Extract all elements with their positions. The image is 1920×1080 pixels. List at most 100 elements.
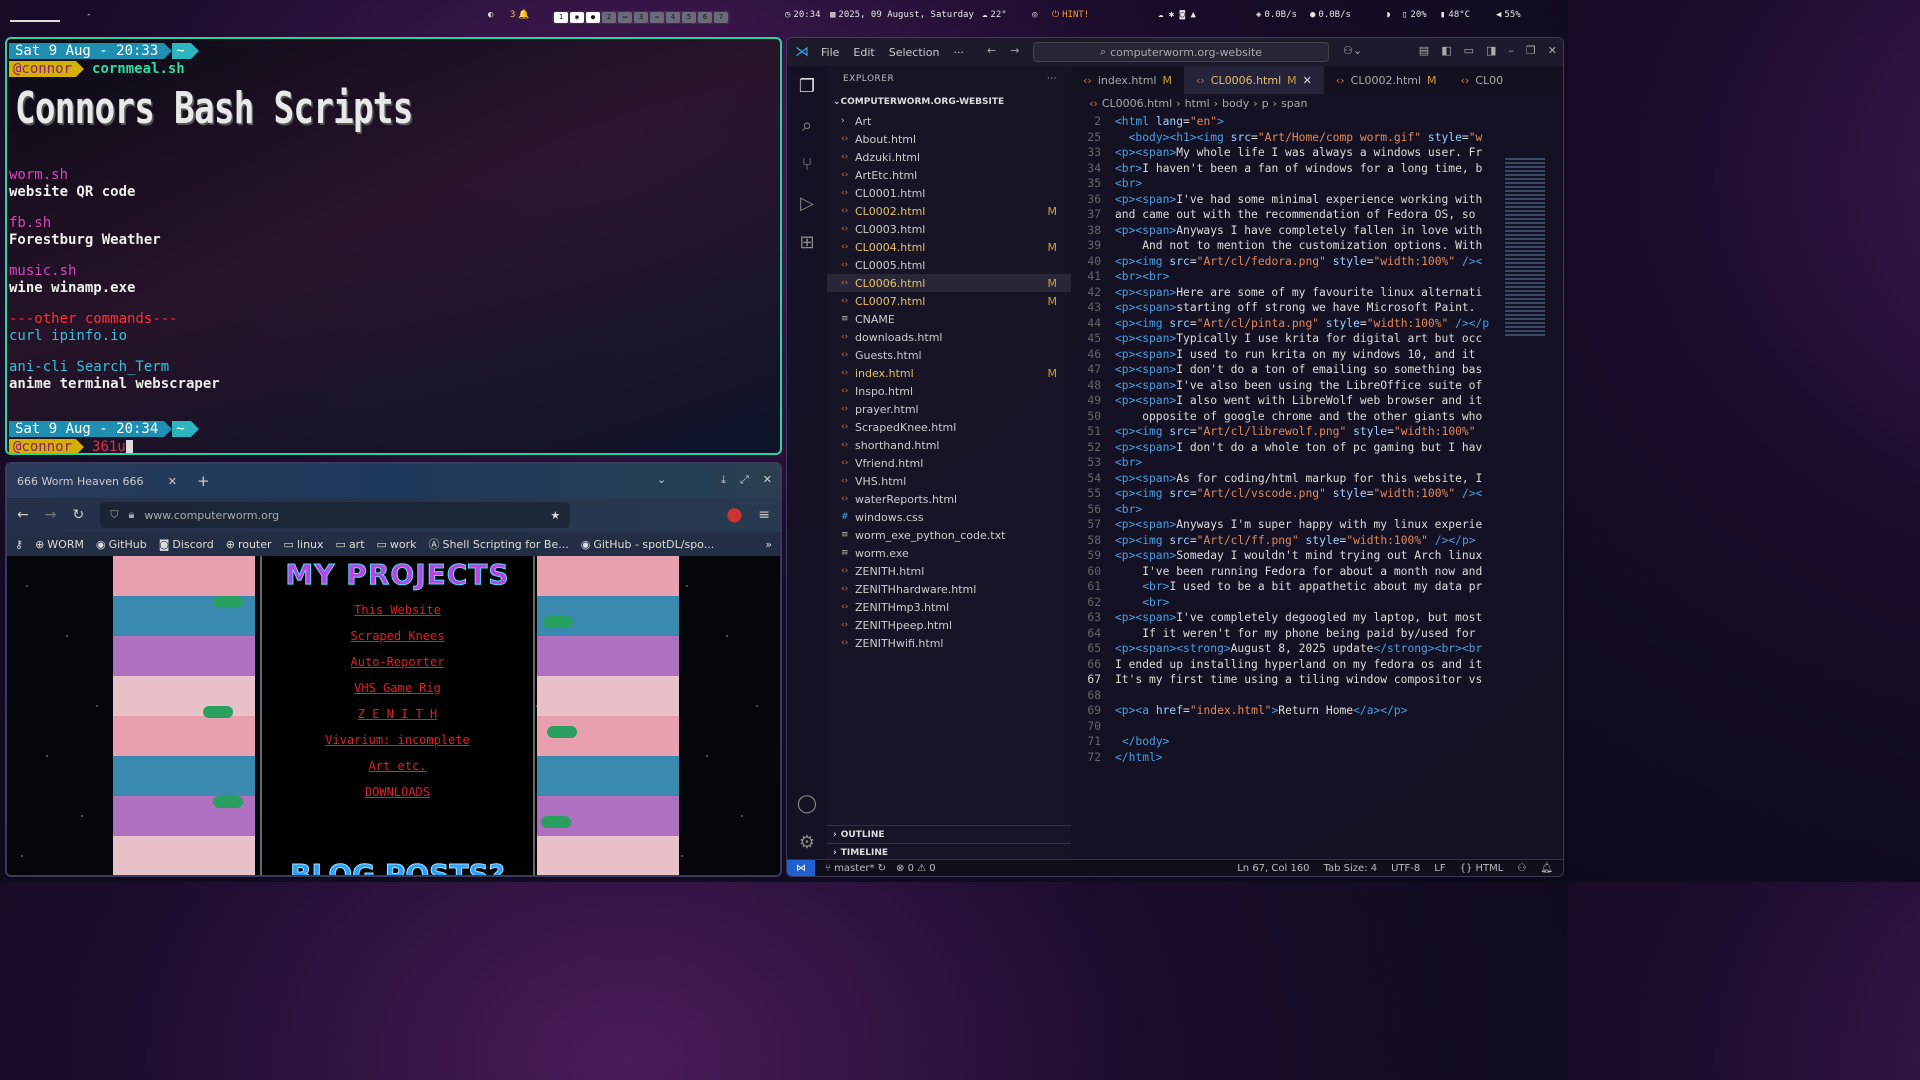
- breadcrumb-span[interactable]: span: [1281, 97, 1307, 110]
- project-link-scraped-knees[interactable]: Scraped Knees: [262, 629, 533, 643]
- code-line[interactable]: 44 <p><img src="Art/cl/pinta.png" style="…: [1071, 316, 1563, 332]
- menu-file[interactable]: File: [821, 46, 839, 59]
- key-icon[interactable]: ⚷: [15, 538, 23, 551]
- file-item[interactable]: ‹› shorthand.html: [827, 436, 1071, 454]
- code-line[interactable]: 55 <p><img src="Art/cl/vscode.png" style=…: [1071, 486, 1563, 502]
- new-tab-icon[interactable]: +: [197, 472, 210, 490]
- minimize-icon[interactable]: ⤓: [721, 473, 726, 487]
- code-line[interactable]: 61 <br>I used to be a bit appathetic abo…: [1071, 579, 1563, 595]
- code-line[interactable]: 70: [1071, 719, 1563, 735]
- gear-icon[interactable]: ⚙: [799, 832, 815, 853]
- code-line[interactable]: 40 <p><img src="Art/cl/fedora.png" style=…: [1071, 254, 1563, 270]
- workspace-1[interactable]: 1: [554, 12, 568, 23]
- file-item[interactable]: ‹› CL0007.html M: [827, 292, 1071, 310]
- secondary-sidebar-icon[interactable]: ◨: [1486, 44, 1496, 57]
- run-debug-icon[interactable]: ▷: [800, 193, 814, 214]
- maximize-icon[interactable]: ❐: [1526, 44, 1536, 57]
- file-item[interactable]: ‹› ZENITHhardware.html: [827, 580, 1071, 598]
- file-item[interactable]: › Art: [827, 112, 1071, 130]
- volume[interactable]: ◀ 55%: [1496, 10, 1521, 20]
- bookmark-router[interactable]: ⊕ router: [226, 538, 272, 551]
- file-item[interactable]: ‹› Inspo.html: [827, 382, 1071, 400]
- eol[interactable]: LF: [1434, 863, 1445, 874]
- browser-tab[interactable]: 666 Worm Heaven 666 ✕: [9, 467, 185, 495]
- project-link-downloads[interactable]: DOWNLOADS: [262, 785, 533, 799]
- language-mode[interactable]: {} HTML: [1460, 863, 1504, 874]
- workspace-5[interactable]: 5: [682, 12, 696, 23]
- hint-indicator[interactable]: ⏻ HINT!: [1052, 10, 1089, 20]
- code-line[interactable]: 56 <br>: [1071, 502, 1563, 518]
- file-item[interactable]: ‹› waterReports.html: [827, 490, 1071, 508]
- search-icon[interactable]: ⌕: [802, 115, 812, 136]
- copilot-icon[interactable]: ⚇⌄: [1343, 44, 1362, 57]
- workspace-3[interactable]: 3: [634, 12, 648, 23]
- file-item[interactable]: ‹› CL0004.html M: [827, 238, 1071, 256]
- file-item[interactable]: ‹› About.html: [827, 130, 1071, 148]
- bookmark-spotdl[interactable]: ◉ GitHub - spotDL/spo...: [581, 538, 715, 551]
- menu-selection[interactable]: Selection: [889, 46, 940, 59]
- code-line[interactable]: 65 <p><span><strong>August 8, 2025 update…: [1071, 641, 1563, 657]
- encoding[interactable]: UTF-8: [1391, 863, 1420, 874]
- more-icon[interactable]: ···: [1047, 74, 1057, 84]
- bookmark-discord[interactable]: ◙ Discord: [159, 538, 214, 551]
- workspace-2b[interactable]: ▭: [618, 12, 632, 23]
- file-item[interactable]: ‹› Vfriend.html: [827, 454, 1071, 472]
- menu-more[interactable]: ···: [953, 46, 964, 59]
- code-line[interactable]: 54 <p><span>As for coding/html markup for…: [1071, 471, 1563, 487]
- code-line[interactable]: 68: [1071, 688, 1563, 704]
- code-line[interactable]: 48 <p><span>I've also been using the Libr…: [1071, 378, 1563, 394]
- layout-icon[interactable]: ▤: [1419, 44, 1429, 57]
- workspace-1b[interactable]: ◉: [570, 12, 584, 23]
- remote-icon[interactable]: ⋈: [787, 859, 815, 876]
- menu-edit[interactable]: Edit: [853, 46, 874, 59]
- file-item[interactable]: ‹› Adzuki.html: [827, 148, 1071, 166]
- power-icon[interactable]: ◐: [488, 10, 493, 20]
- bookmark-github[interactable]: ◉ GitHub: [96, 538, 147, 551]
- bell-icon[interactable]: 🔔︎: [1540, 863, 1553, 874]
- close-icon[interactable]: ✕: [168, 475, 177, 488]
- code-line[interactable]: 38 <p><span>Anyways I have completely fal…: [1071, 223, 1563, 239]
- code-editor[interactable]: 2 <html lang="en"> 25 <body><h1><img src="…: [1071, 112, 1563, 832]
- workspace-6[interactable]: 6: [698, 12, 712, 23]
- workspace-7[interactable]: 7: [714, 12, 728, 23]
- file-item[interactable]: ‹› CL0001.html: [827, 184, 1071, 202]
- project-link-vivarium[interactable]: Vivarium: incomplete: [262, 733, 533, 747]
- code-line[interactable]: 46 <p><span>I used to run krita on my win…: [1071, 347, 1563, 363]
- file-item[interactable]: # windows.css: [827, 508, 1071, 526]
- close-icon[interactable]: ✕: [1303, 74, 1312, 87]
- url-bar[interactable]: ⛉ 🔒︎ www.computerworm.org ★: [100, 502, 571, 528]
- code-line[interactable]: 51 <p><img src="Art/cl/librewolf.png" sty…: [1071, 424, 1563, 440]
- code-line[interactable]: 2 <html lang="en">: [1071, 114, 1563, 130]
- bookmark-worm[interactable]: ⊕ WORM: [35, 538, 84, 551]
- panel-toggle-icon[interactable]: ▭: [1464, 44, 1474, 57]
- file-item[interactable]: ≡ worm.exe: [827, 544, 1071, 562]
- bookmark-linux[interactable]: ▭ linux: [284, 538, 324, 551]
- workspace-1c[interactable]: ●: [586, 12, 600, 23]
- forward-icon[interactable]: →: [45, 507, 57, 523]
- account-icon[interactable]: ◯: [797, 793, 817, 814]
- code-line[interactable]: 59 <p><span>Someday I wouldn't mind tryin…: [1071, 548, 1563, 564]
- file-item[interactable]: ‹› CL0006.html M: [827, 274, 1071, 292]
- sidebar-toggle-icon[interactable]: ◧: [1441, 44, 1451, 57]
- cursor-position[interactable]: Ln 67, Col 160: [1237, 863, 1309, 874]
- file-item[interactable]: ‹› CL0002.html M: [827, 202, 1071, 220]
- code-line[interactable]: 42 <p><span>Here are some of my favourite…: [1071, 285, 1563, 301]
- code-line[interactable]: 43 <p><span>starting off strong we have M…: [1071, 300, 1563, 316]
- minimize-icon[interactable]: –: [1508, 44, 1514, 57]
- code-line[interactable]: 52 <p><span>I don't do a whole ton of pc …: [1071, 440, 1563, 456]
- browser-window[interactable]: 666 Worm Heaven 666 ✕ + ⌄ ⤓ ⤢ ✕ ← → ↻ ⛉ …: [5, 462, 782, 877]
- menu-icon[interactable]: ≡: [758, 507, 770, 523]
- breadcrumb-file[interactable]: CL0006.html: [1102, 97, 1172, 110]
- tray-icons[interactable]: ☁ ✱ ◙ ▲: [1158, 10, 1196, 20]
- file-item[interactable]: ≡ CNAME: [827, 310, 1071, 328]
- file-item[interactable]: ≡ worm_exe_python_code.txt: [827, 526, 1071, 544]
- tab-cl0006[interactable]: ‹› CL0006.html M ✕: [1183, 66, 1324, 94]
- project-link-zenith[interactable]: Z E N I T H: [262, 707, 533, 721]
- file-item[interactable]: ‹› ScrapedKnee.html: [827, 418, 1071, 436]
- workspace-2[interactable]: 2: [602, 12, 616, 23]
- file-item[interactable]: ‹› ZENITHmp3.html: [827, 598, 1071, 616]
- code-line[interactable]: 60 I've been running Fedora for about a …: [1071, 564, 1563, 580]
- code-line[interactable]: 35 <br>: [1071, 176, 1563, 192]
- file-item[interactable]: ‹› ZENITHwifi.html: [827, 634, 1071, 652]
- command-input[interactable]: 361u: [92, 439, 126, 454]
